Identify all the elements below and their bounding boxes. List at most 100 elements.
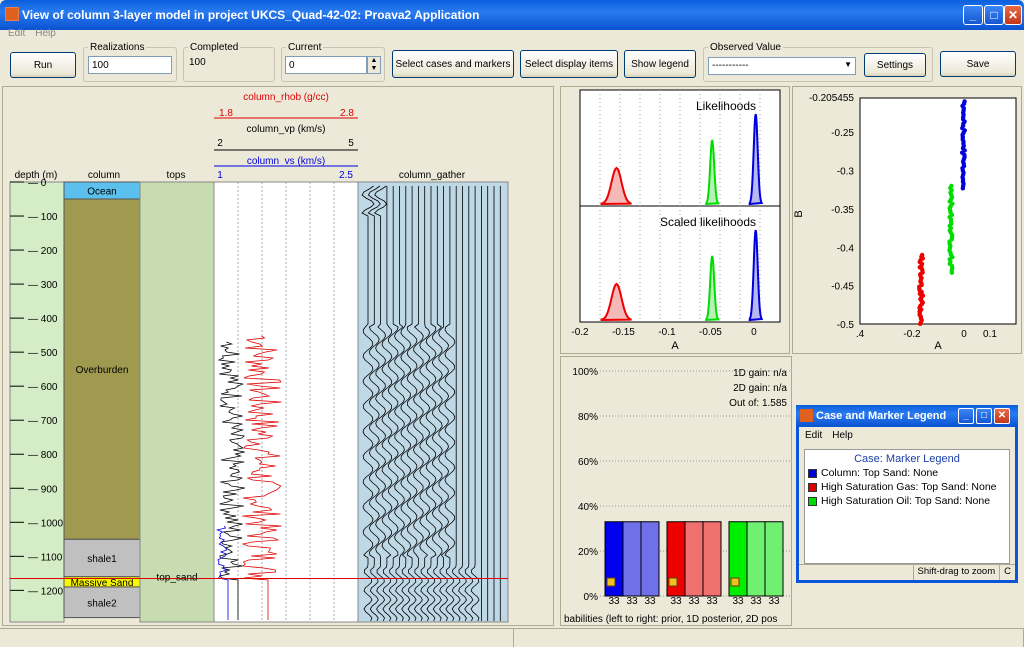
legend-minimize-button[interactable]: _ xyxy=(958,408,974,424)
scatter-chart: -0.205455 -0.25 -0.3 -0.35 -0.4 -0.45 -0.5 .4… xyxy=(793,93,1017,352)
depth-tick-label: — 300 xyxy=(28,280,58,291)
column-header: column xyxy=(88,170,120,181)
legend-menu-help[interactable]: Help xyxy=(832,430,853,441)
scatter-y-tick: -0.45 xyxy=(831,282,854,293)
probability-bar-label: 33 xyxy=(644,596,656,607)
minimize-button[interactable]: _ xyxy=(963,5,983,25)
scatter-y-label: B xyxy=(793,210,805,217)
probability-bar-label: 33 xyxy=(732,596,744,607)
probability-bar-label: 33 xyxy=(768,596,780,607)
likelihood-x-ticks: -0.2 -0.15 -0.1 -0.05 0 xyxy=(571,327,757,338)
chevron-down-icon: ▼ xyxy=(844,60,852,69)
legend-close-button[interactable]: ✕ xyxy=(994,408,1010,424)
probability-bars: 33 33 33 33 33 33 33 33 33 xyxy=(604,521,784,607)
select-cases-button[interactable]: Select cases and markers xyxy=(392,50,514,78)
run-button[interactable]: Run xyxy=(10,52,76,78)
scatter-x-tick: .4 xyxy=(856,329,865,340)
likelihood-x-label: A xyxy=(671,340,679,352)
legend-app-icon xyxy=(800,409,813,422)
legend-entry-label: Column: Top Sand: None xyxy=(821,467,939,479)
scatter-point-green xyxy=(949,270,955,275)
depth-tick-label: — 400 xyxy=(28,314,58,325)
legend-content: Case: Marker Legend Column: Top Sand: No… xyxy=(804,449,1010,564)
scatter-y-ticks: -0.25 -0.3 -0.35 -0.4 -0.45 -0.5 xyxy=(831,128,854,331)
settings-button[interactable]: Settings xyxy=(864,53,926,77)
status-pane-2 xyxy=(514,629,1024,647)
current-input[interactable] xyxy=(285,56,367,74)
menu-bar: Edit Help xyxy=(0,26,1024,40)
vp-max-label: 5 xyxy=(348,138,354,149)
scatter-x-tick: 0.1 xyxy=(983,329,997,340)
lock-icon[interactable] xyxy=(730,577,740,587)
gather-header: column_gather xyxy=(399,170,466,181)
legend-entry: High Saturation Oil: Top Sand: None xyxy=(805,494,1009,508)
scatter-x-ticks: .4 -0.2 0 0.1 xyxy=(856,329,998,340)
scatter-y-tick: -0.5 xyxy=(837,320,855,331)
scatter-y-tick: -0.4 xyxy=(837,243,855,254)
app-icon xyxy=(5,7,19,21)
probability-bar xyxy=(746,521,766,597)
observed-value-select[interactable]: ----------- ▼ xyxy=(708,57,856,75)
probability-bar-label: 33 xyxy=(750,596,762,607)
scatter-point-red xyxy=(918,321,923,326)
save-button[interactable]: Save xyxy=(940,51,1016,77)
probability-y-tick: 60% xyxy=(578,457,598,468)
log-panel: column_rhob (g/cc) 1.8 2.8 column_vp (km… xyxy=(9,92,509,623)
rhob-max-label: 2.8 xyxy=(340,108,354,119)
layer-label: shale2 xyxy=(87,598,117,609)
scatter-y-tick: -0.35 xyxy=(831,205,854,216)
realizations-label: Realizations xyxy=(90,42,145,53)
depth-tick-label: — 600 xyxy=(28,382,58,393)
likelihoods-title: Likelihoods xyxy=(696,99,756,113)
rhob-axis-label: column_rhob (g/cc) xyxy=(243,92,329,103)
close-button[interactable]: ✕ xyxy=(1004,5,1022,25)
probability-footer: babilities (left to right: prior, 1D pos… xyxy=(564,614,777,625)
legend-status-extra: C xyxy=(999,565,1015,580)
depth-tick-label: — 0 xyxy=(28,178,47,189)
column-track: OceanOverburdenshale1Massive Sandshale2 xyxy=(63,181,141,619)
out-of-text: Out of: 1.585 xyxy=(729,398,787,409)
scatter-y-tick: -0.25 xyxy=(831,128,854,139)
probability-bar xyxy=(684,521,704,597)
lock-icon[interactable] xyxy=(606,577,616,587)
legend-menu-edit[interactable]: Edit xyxy=(805,430,822,441)
current-spinner[interactable]: ▲ ▼ xyxy=(367,56,381,74)
legend-maximize-button[interactable]: □ xyxy=(976,408,992,424)
likelihood-x-tick: -0.1 xyxy=(658,327,676,338)
legend-window-title-bar[interactable]: Case and Marker Legend _ □ ✕ xyxy=(796,405,1018,427)
vp-min-label: 2 xyxy=(217,138,223,149)
probability-y-tick: 40% xyxy=(578,502,598,513)
menu-edit[interactable]: Edit xyxy=(8,28,25,39)
select-display-button[interactable]: Select display items xyxy=(520,50,618,78)
top-sand-label: top_sand xyxy=(156,572,197,583)
scatter-x-label: A xyxy=(934,340,942,352)
completed-label: Completed xyxy=(190,42,239,53)
maximize-button[interactable]: □ xyxy=(984,5,1004,25)
legend-swatch xyxy=(808,496,817,506)
depth-tick-label: — 900 xyxy=(28,484,58,495)
show-legend-button[interactable]: Show legend xyxy=(624,50,696,78)
probability-y-tick: 80% xyxy=(578,412,598,423)
likelihood-x-tick: -0.15 xyxy=(612,327,635,338)
rhob-min-label: 1.8 xyxy=(219,108,233,119)
lock-icon[interactable] xyxy=(668,577,678,587)
scatter-plot-area xyxy=(859,97,1017,325)
legend-window[interactable]: Case and Marker Legend _ □ ✕ Edit Help C… xyxy=(796,405,1018,583)
gain-1d-text: 1D gain: n/a xyxy=(733,368,787,379)
probability-bar-label: 33 xyxy=(608,596,620,607)
legend-swatch xyxy=(808,482,817,492)
legend-window-title: Case and Marker Legend xyxy=(816,410,947,422)
tops-header: tops xyxy=(167,170,186,181)
layer-label: shale1 xyxy=(87,554,117,565)
vs-axis-label: column_vs (km/s) xyxy=(247,156,325,167)
depth-tick-label: — 1100 xyxy=(28,552,63,563)
legend-menu-bar: Edit Help xyxy=(799,427,1015,443)
legend-entry: High Saturation Gas: Top Sand: None xyxy=(805,480,1009,494)
layer-label: Overburden xyxy=(76,365,129,376)
menu-help[interactable]: Help xyxy=(35,28,56,39)
likelihood-x-tick: -0.05 xyxy=(699,327,722,338)
realizations-input[interactable] xyxy=(88,56,172,74)
legend-heading: Case: Marker Legend xyxy=(854,453,960,465)
depth-tick-label: — 500 xyxy=(28,348,58,359)
legend-status-bar: Shift-drag to zoom C xyxy=(799,564,1015,580)
